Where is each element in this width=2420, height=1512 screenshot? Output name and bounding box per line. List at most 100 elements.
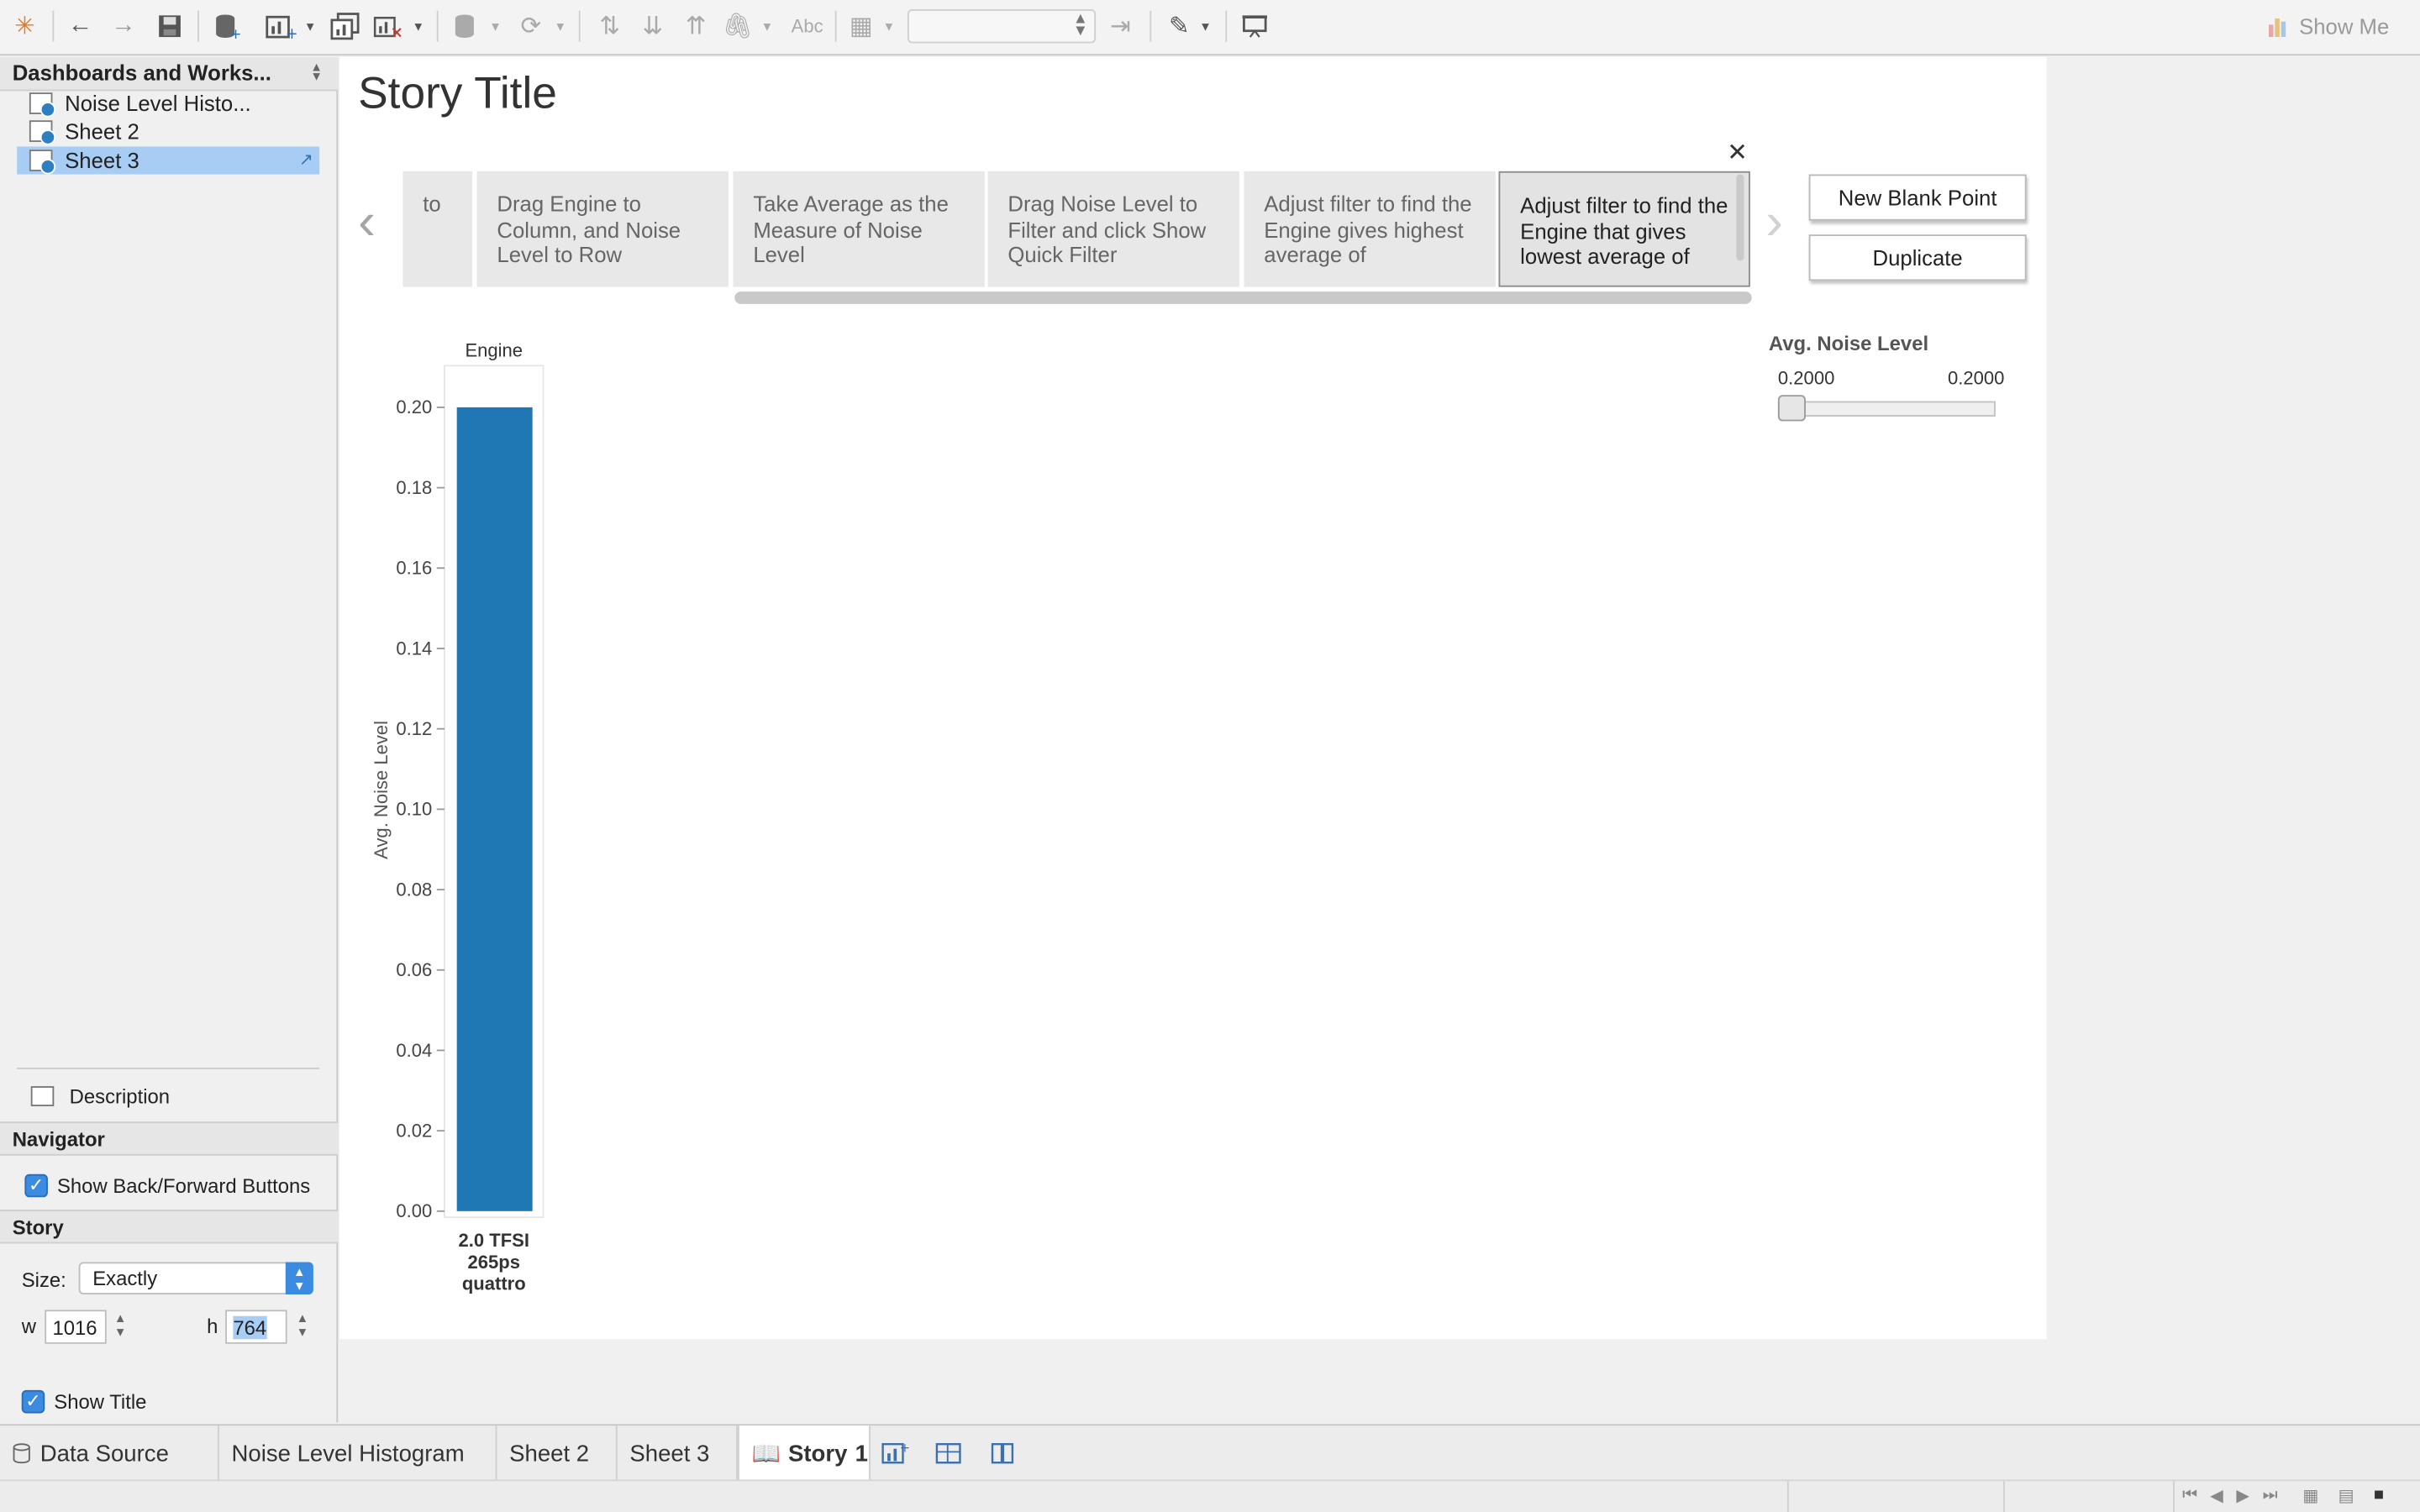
- sort-descending-icon[interactable]: ⇈: [681, 13, 712, 40]
- svg-text:+: +: [286, 25, 297, 40]
- tabs-view-icon[interactable]: ■: [2374, 1486, 2384, 1504]
- filter-slider-thumb[interactable]: [1777, 395, 1806, 422]
- description-icon: [30, 1086, 55, 1106]
- new-dashboard-tab-icon[interactable]: [935, 1440, 963, 1464]
- y-tick-label: 0.14: [396, 638, 432, 659]
- chevron-down-icon[interactable]: ▼: [302, 13, 318, 40]
- navigator-scrollbar[interactable]: [734, 291, 1752, 304]
- y-axis-title: Avg. Noise Level: [371, 721, 392, 859]
- chevron-down-icon[interactable]: ▼: [881, 13, 897, 40]
- undo-icon[interactable]: ←: [65, 13, 96, 40]
- show-title-checkbox[interactable]: ✓ Show Title: [21, 1389, 147, 1414]
- show-me-button[interactable]: Show Me: [2267, 14, 2389, 39]
- tab-story-1[interactable]: 📖 Story 1: [737, 1425, 871, 1482]
- next-point-icon[interactable]: ›: [1765, 193, 1783, 254]
- size-select[interactable]: Exactly ▲ ▼: [78, 1262, 313, 1295]
- show-title-label: Show Title: [54, 1389, 147, 1414]
- redo-icon[interactable]: →: [108, 13, 139, 40]
- filter-slider-track[interactable]: [1777, 401, 1996, 417]
- go-to-sheet-icon[interactable]: ↗: [299, 150, 313, 170]
- next-page-icon[interactable]: ▶: [2236, 1486, 2249, 1506]
- fix-axes-icon[interactable]: ⇥: [1105, 13, 1136, 40]
- story-point-caption: Drag Engine to Column, and Noise Level t…: [497, 191, 681, 267]
- story-point-caption: Drag Noise Level to Filter and click Sho…: [1007, 191, 1207, 267]
- pause-updates-icon[interactable]: [450, 13, 481, 40]
- sort-toggle-icon[interactable]: ▲ ▼: [310, 61, 323, 83]
- filmstrip-icon[interactable]: ▤: [2338, 1486, 2354, 1506]
- save-icon[interactable]: [155, 13, 186, 40]
- story-title[interactable]: Story Title: [358, 70, 557, 121]
- previous-point-icon[interactable]: ‹: [358, 193, 376, 254]
- tab-data-source[interactable]: Data Source: [0, 1425, 219, 1482]
- svg-text:+: +: [900, 1441, 909, 1455]
- swap-rows-columns-icon[interactable]: ⇅: [594, 13, 625, 40]
- sheet-sorter-icon[interactable]: ▦: [2302, 1486, 2318, 1506]
- story-book-icon: 📖: [751, 1441, 781, 1467]
- worksheet-icon: [29, 92, 56, 118]
- new-worksheet-icon[interactable]: +: [266, 13, 297, 40]
- width-input[interactable]: 1016: [45, 1310, 107, 1344]
- sheet-item-sheet-3[interactable]: Sheet 3 ↗: [17, 146, 320, 175]
- story-header-label: Story: [12, 1215, 64, 1239]
- show-mark-labels-icon[interactable]: Abc: [787, 13, 828, 40]
- new-data-source-icon[interactable]: +: [212, 13, 243, 40]
- highlight-icon[interactable]: ✎: [1164, 13, 1195, 40]
- tableau-logo-icon[interactable]: ✳: [9, 13, 40, 40]
- sheet-item-noise-level-histogram[interactable]: Noise Level Histo...: [17, 90, 319, 118]
- filter-title: Avg. Noise Level: [1768, 331, 1929, 355]
- dashboards-worksheets-header[interactable]: Dashboards and Works... ▲ ▼: [0, 56, 339, 92]
- new-blank-point-button[interactable]: New Blank Point: [1808, 174, 2027, 221]
- chevron-down-icon[interactable]: ▼: [760, 13, 775, 40]
- new-story-tab-icon[interactable]: [989, 1440, 1017, 1464]
- database-icon: [13, 1443, 30, 1464]
- duplicate-sheet-icon[interactable]: [330, 13, 361, 40]
- tab-sheet-2[interactable]: Sheet 2: [497, 1425, 618, 1482]
- last-page-icon[interactable]: ⏭: [2263, 1486, 2278, 1506]
- checkbox-checked-icon[interactable]: ✓: [24, 1173, 48, 1198]
- show-back-forward-checkbox[interactable]: ✓ Show Back/Forward Buttons: [24, 1173, 310, 1198]
- previous-page-icon[interactable]: ◀: [2210, 1486, 2223, 1506]
- show-me-icon: [2268, 18, 2286, 38]
- tab-noise-level-histogram[interactable]: Noise Level Histogram: [219, 1425, 497, 1482]
- chevron-down-icon[interactable]: ▼: [553, 13, 568, 40]
- story-point-2[interactable]: Drag Engine to Column, and Noise Level t…: [476, 171, 729, 287]
- sheet-item-sheet-2[interactable]: Sheet 2: [17, 118, 319, 145]
- story-point-1[interactable]: to: [402, 171, 473, 287]
- close-icon[interactable]: ✕: [1727, 137, 1748, 168]
- height-input[interactable]: 764: [225, 1310, 287, 1344]
- select-arrows-icon[interactable]: ▲ ▼: [285, 1262, 313, 1295]
- chevron-down-icon[interactable]: ▼: [1197, 13, 1213, 40]
- sort-ascending-icon[interactable]: ⇊: [638, 13, 669, 40]
- chevron-down-icon[interactable]: ▼: [487, 13, 502, 40]
- presentation-mode-icon[interactable]: [1239, 13, 1270, 40]
- tab-sheet-3[interactable]: Sheet 3: [618, 1425, 738, 1482]
- point-caption-scrollbar[interactable]: [1736, 174, 1744, 261]
- bar-chart: Engine Avg. Noise Level 0.20 0.18 0.16 0.14…: [371, 339, 544, 1294]
- group-members-icon[interactable]: 🖇: [722, 13, 753, 40]
- bar[interactable]: [456, 407, 533, 1211]
- x-category-label: 2.0 TFSI: [459, 1230, 529, 1251]
- story-point-6-active[interactable]: Adjust filter to find the Engine that gi…: [1498, 171, 1750, 287]
- first-page-icon[interactable]: ⏮: [2182, 1486, 2197, 1506]
- fit-combo[interactable]: ▲ ▼: [908, 9, 1097, 44]
- checkbox-checked-icon[interactable]: ✓: [21, 1389, 45, 1414]
- refresh-icon[interactable]: ⟳: [515, 13, 546, 40]
- story-point-5[interactable]: Adjust filter to find the Engine gives h…: [1244, 171, 1496, 287]
- story-point-3[interactable]: Take Average as the Measure of Noise Lev…: [733, 171, 985, 287]
- clear-sheet-icon[interactable]: ×: [373, 13, 404, 40]
- tab-label: Sheet 3: [629, 1440, 710, 1467]
- new-worksheet-tab-icon[interactable]: +: [881, 1440, 910, 1464]
- chevron-down-icon[interactable]: ▼: [411, 13, 426, 40]
- story-point-4[interactable]: Drag Noise Level to Filter and click Sho…: [987, 171, 1239, 287]
- y-tick-label: 0.00: [396, 1200, 432, 1221]
- height-value: 764: [233, 1315, 267, 1340]
- column-header-engine: Engine: [465, 339, 523, 360]
- view-cards-icon[interactable]: ▦: [846, 13, 877, 40]
- width-value: 1016: [52, 1315, 97, 1340]
- status-bar: ⏮ ◀ ▶ ⏭ ▦ ▤ ■: [0, 1479, 2420, 1512]
- height-stepper-icon[interactable]: ▲ ▼: [297, 1311, 309, 1339]
- description-item[interactable]: Description: [30, 1084, 170, 1108]
- width-stepper-icon[interactable]: ▲ ▼: [114, 1311, 127, 1339]
- duplicate-button[interactable]: Duplicate: [1808, 234, 2027, 281]
- story-point-caption: Take Average as the Measure of Noise Lev…: [753, 191, 949, 267]
